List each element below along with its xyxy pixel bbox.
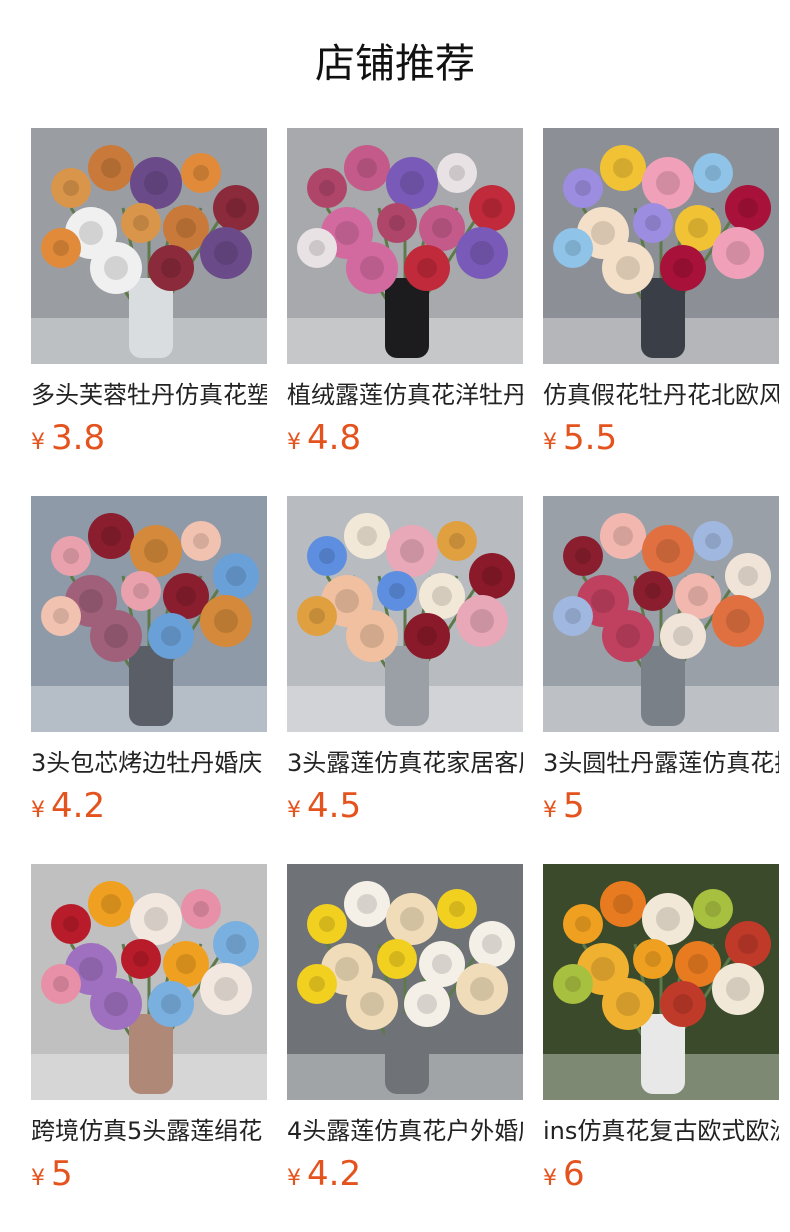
product-price: ¥5 (31, 1152, 267, 1202)
price-value: 5 (51, 1154, 73, 1194)
product-name[interactable]: 4头露莲仿真花户外婚庆 (287, 1114, 523, 1148)
product-card[interactable]: 3头圆牡丹露莲仿真花摆件 ¥5 (543, 496, 779, 834)
price-value: 4.5 (307, 786, 362, 826)
product-price: ¥5.5 (543, 416, 779, 466)
product-image[interactable] (287, 128, 523, 364)
product-card[interactable]: 3头露莲仿真花家居客厅 ¥4.5 (287, 496, 523, 834)
price-value: 3.8 (51, 418, 106, 458)
product-image[interactable] (31, 496, 267, 732)
product-card[interactable]: 植绒露莲仿真花洋牡丹 ¥4.8 (287, 128, 523, 466)
product-name[interactable]: ins仿真花复古欧式欧洲 (543, 1114, 779, 1148)
product-image[interactable] (543, 496, 779, 732)
product-card[interactable]: 跨境仿真5头露莲绢花 ¥5 (31, 864, 267, 1202)
price-value: 5 (563, 786, 585, 826)
product-price: ¥4.5 (287, 784, 523, 834)
price-value: 5.5 (563, 418, 618, 458)
product-price: ¥5 (543, 784, 779, 834)
product-image[interactable] (287, 864, 523, 1100)
price-value: 6 (563, 1154, 585, 1194)
product-image[interactable] (287, 496, 523, 732)
product-image[interactable] (31, 128, 267, 364)
product-name[interactable]: 植绒露莲仿真花洋牡丹 (287, 378, 523, 412)
currency-symbol: ¥ (543, 798, 557, 823)
currency-symbol: ¥ (287, 798, 301, 823)
product-card[interactable]: 3头包芯烤边牡丹婚庆 ¥4.2 (31, 496, 267, 834)
currency-symbol: ¥ (31, 430, 45, 455)
product-price: ¥4.2 (31, 784, 267, 834)
currency-symbol: ¥ (31, 1166, 45, 1191)
product-name[interactable]: 3头圆牡丹露莲仿真花摆件 (543, 746, 779, 780)
page-title: 店铺推荐 (315, 41, 475, 87)
product-price: ¥3.8 (31, 416, 267, 466)
product-card[interactable]: 多头芙蓉牡丹仿真花塑料假花 ¥3.8 (31, 128, 267, 466)
product-name[interactable]: 多头芙蓉牡丹仿真花塑料假花 (31, 378, 267, 412)
product-name[interactable]: 3头包芯烤边牡丹婚庆 (31, 746, 267, 780)
price-value: 4.2 (307, 1154, 362, 1194)
product-name[interactable]: 3头露莲仿真花家居客厅 (287, 746, 523, 780)
product-name[interactable]: 仿真假花牡丹花北欧风 (543, 378, 779, 412)
product-card[interactable]: 仿真假花牡丹花北欧风 ¥5.5 (543, 128, 779, 466)
price-value: 4.8 (307, 418, 362, 458)
product-price: ¥4.8 (287, 416, 523, 466)
product-price: ¥4.2 (287, 1152, 523, 1202)
product-card[interactable]: 4头露莲仿真花户外婚庆 ¥4.2 (287, 864, 523, 1202)
currency-symbol: ¥ (543, 430, 557, 455)
product-image[interactable] (543, 864, 779, 1100)
product-card[interactable]: ins仿真花复古欧式欧洲 ¥6 (543, 864, 779, 1202)
currency-symbol: ¥ (287, 1166, 301, 1191)
price-value: 4.2 (51, 786, 106, 826)
currency-symbol: ¥ (287, 430, 301, 455)
product-price: ¥6 (543, 1152, 779, 1202)
product-image[interactable] (543, 128, 779, 364)
currency-symbol: ¥ (31, 798, 45, 823)
currency-symbol: ¥ (543, 1166, 557, 1191)
product-image[interactable] (31, 864, 267, 1100)
product-name[interactable]: 跨境仿真5头露莲绢花 (31, 1114, 267, 1148)
